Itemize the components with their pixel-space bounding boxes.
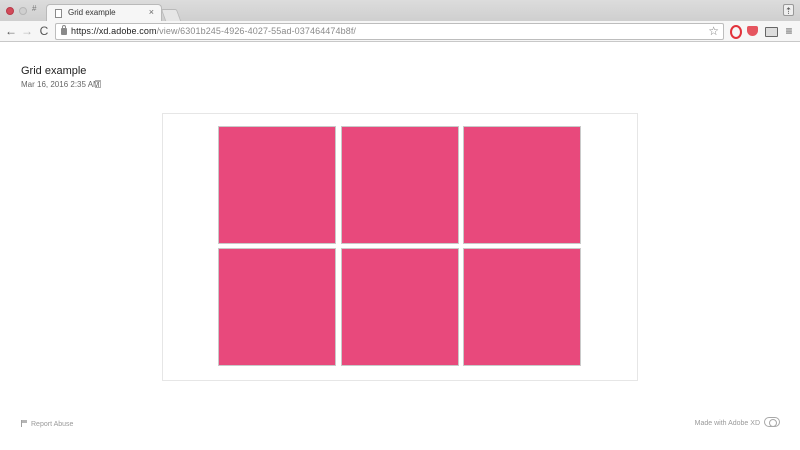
grid-cell (218, 248, 336, 366)
window-close-button[interactable] (6, 7, 14, 15)
grid-cell (341, 126, 459, 244)
window-maximize-button[interactable]: # (32, 5, 40, 13)
browser-tab-strip: # Grid example × ⇡ (0, 0, 800, 22)
address-bar[interactable]: https://xd.adobe.com/view/6301b245-4926-… (55, 23, 724, 40)
flag-icon (21, 420, 27, 427)
page-favicon-icon (55, 9, 62, 18)
opera-extension-icon[interactable] (728, 24, 742, 39)
browser-menu-icon[interactable]: ≡ (783, 24, 795, 38)
profile-icon[interactable]: ⇡ (783, 4, 794, 16)
tab-title: Grid example (68, 8, 116, 17)
forward-button[interactable]: → (20, 24, 34, 38)
back-button[interactable]: ← (4, 24, 18, 38)
creative-cloud-icon[interactable] (764, 417, 780, 427)
new-tab-button[interactable] (160, 9, 182, 21)
report-abuse-link[interactable]: Report Abuse (21, 420, 73, 428)
reload-button[interactable]: C (37, 24, 51, 38)
trash-icon[interactable] (95, 80, 101, 88)
grid-cell (463, 248, 581, 366)
url-text[interactable]: https://xd.adobe.com/view/6301b245-4926-… (71, 26, 356, 36)
made-with-label: Made with Adobe XD (694, 420, 760, 427)
browser-tab[interactable]: Grid example × (46, 4, 162, 22)
browser-toolbar: ← → C https://xd.adobe.com/view/6301b245… (0, 21, 800, 42)
window-minimize-button[interactable] (19, 7, 27, 15)
document-date: Mar 16, 2016 2:35 AM (21, 80, 100, 89)
grid-cell (341, 248, 459, 366)
grid-cell (463, 126, 581, 244)
url-host: https://xd.adobe.com (71, 26, 157, 36)
report-abuse-label: Report Abuse (31, 421, 74, 428)
url-path: /view/6301b245-4926-4027-55ad-037464474b… (156, 26, 357, 36)
bookmark-star-icon[interactable]: ☆ (708, 24, 719, 39)
lock-icon (61, 25, 67, 35)
artboard (162, 113, 638, 381)
pocket-extension-icon[interactable] (746, 24, 760, 38)
document-title: Grid example (21, 65, 87, 77)
grid-cell (218, 126, 336, 244)
tab-close-icon[interactable]: × (149, 7, 154, 17)
cast-extension-icon[interactable] (764, 24, 778, 38)
